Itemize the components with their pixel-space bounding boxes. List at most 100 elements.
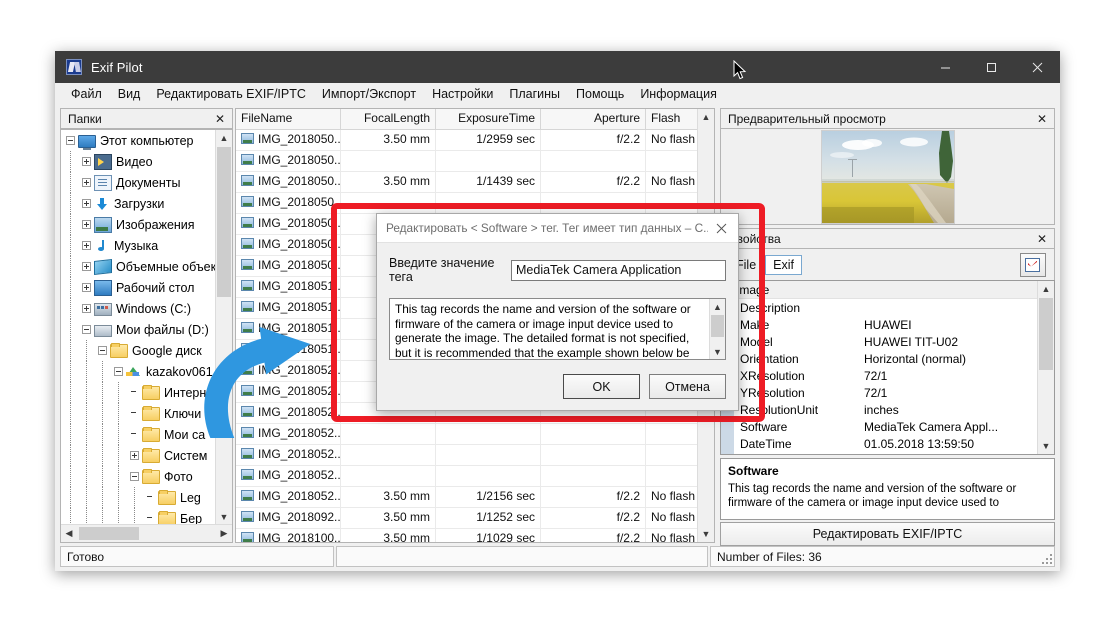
- property-row[interactable]: DateTime 01.05.2018 13:59:50: [721, 435, 1038, 452]
- collapse-icon[interactable]: [98, 346, 107, 355]
- tree-node-1[interactable]: Видео: [61, 151, 216, 172]
- property-row[interactable]: Model HUAWEI TIT-U02: [721, 333, 1038, 350]
- close-icon[interactable]: ✕: [1035, 233, 1049, 245]
- tree-node-13[interactable]: Ключи: [61, 403, 216, 424]
- file-row[interactable]: IMG_2018050... 3.50 mm 1/2959 sec f/2.2 No f…: [236, 130, 714, 151]
- tree-node-0[interactable]: Этот компьютер: [61, 130, 216, 151]
- property-row[interactable]: Software MediaTek Camera Appl...: [721, 418, 1038, 435]
- menu-item-5[interactable]: Плагины: [501, 85, 568, 103]
- scroll-up-icon[interactable]: ▲: [1038, 281, 1054, 297]
- menu-item-6[interactable]: Помощь: [568, 85, 632, 103]
- cancel-button[interactable]: Отмена: [649, 374, 726, 399]
- property-row[interactable]: Orientation Horizontal (normal): [721, 350, 1038, 367]
- collapse-icon[interactable]: [66, 136, 75, 145]
- tree-node-4[interactable]: Изображения: [61, 214, 216, 235]
- property-row[interactable]: XResolution 72/1: [721, 367, 1038, 384]
- minimize-button[interactable]: [922, 51, 968, 83]
- tree-node-2[interactable]: Документы: [61, 172, 216, 193]
- tab-exif[interactable]: Exif: [765, 254, 802, 275]
- expand-icon[interactable]: [82, 304, 91, 313]
- tree-node-11[interactable]: kazakov061: [61, 361, 216, 382]
- scroll-left-icon[interactable]: ◀: [61, 528, 77, 539]
- expand-icon[interactable]: [82, 220, 91, 229]
- maximize-button[interactable]: [968, 51, 1014, 83]
- close-button[interactable]: [1014, 51, 1060, 83]
- hscrollbar-thumb[interactable]: [79, 527, 139, 540]
- file-row[interactable]: IMG_2018052... 3.50 mm 1/2156 sec f/2.2 No f…: [236, 487, 714, 508]
- tag-value-input[interactable]: MediaTek Camera Application: [511, 259, 726, 281]
- column-header-1[interactable]: FocalLength: [341, 109, 436, 129]
- tree-node-3[interactable]: Загрузки: [61, 193, 216, 214]
- properties-scrollbar[interactable]: ▲ ▼: [1037, 281, 1054, 454]
- property-row[interactable]: ResolutionUnit inches: [721, 401, 1038, 418]
- column-header-2[interactable]: ExposureTime: [436, 109, 541, 129]
- file-row[interactable]: IMG_2018050... 3.50 mm 1/1439 sec f/2.2 No f…: [236, 172, 714, 193]
- expand-icon[interactable]: [82, 283, 91, 292]
- expand-icon[interactable]: [130, 451, 139, 460]
- property-row[interactable]: Make HUAWEI: [721, 316, 1038, 333]
- menu-item-4[interactable]: Настройки: [424, 85, 501, 103]
- file-row[interactable]: IMG_2018100... 3.50 mm 1/1029 sec f/2.2 No f…: [236, 529, 714, 542]
- tree-node-14[interactable]: Мои са: [61, 424, 216, 445]
- scroll-down-icon[interactable]: ▼: [698, 526, 714, 542]
- dialog-close-icon[interactable]: [708, 215, 734, 241]
- file-row[interactable]: IMG_2018052...: [236, 445, 714, 466]
- collapse-icon[interactable]: [114, 367, 123, 376]
- menu-item-7[interactable]: Информация: [632, 85, 725, 103]
- tree-node-7[interactable]: Рабочий стол: [61, 277, 216, 298]
- scrollbar-thumb[interactable]: [711, 315, 724, 337]
- close-icon[interactable]: ✕: [1035, 113, 1049, 125]
- column-header-0[interactable]: FileName: [236, 109, 341, 129]
- scroll-down-icon[interactable]: ▼: [710, 344, 725, 359]
- property-row[interactable]: YResolution 72/1: [721, 384, 1038, 401]
- property-row[interactable]: Description: [721, 299, 1038, 316]
- scroll-up-icon[interactable]: ▲: [698, 109, 714, 125]
- scroll-up-icon[interactable]: ▲: [216, 130, 232, 146]
- dialog-description-area[interactable]: This tag records the name and version of…: [389, 298, 726, 360]
- file-row[interactable]: IMG_2018050...: [236, 151, 714, 172]
- collapse-icon[interactable]: [130, 472, 139, 481]
- tree-node-18[interactable]: Бер: [61, 508, 216, 525]
- tree-node-8[interactable]: Windows (C:): [61, 298, 216, 319]
- file-row[interactable]: IMG_2018052...: [236, 466, 714, 487]
- scroll-down-icon[interactable]: ▼: [216, 509, 232, 525]
- exif-editor-icon[interactable]: [1020, 252, 1046, 277]
- column-header-3[interactable]: Aperture: [541, 109, 646, 129]
- property-row[interactable]: YCbCrPositioningCo-sited: [721, 452, 1038, 454]
- expand-icon[interactable]: [82, 178, 91, 187]
- menu-item-0[interactable]: Файл: [63, 85, 110, 103]
- menu-item-3[interactable]: Импорт/Экспорт: [314, 85, 424, 103]
- expand-icon[interactable]: [82, 199, 91, 208]
- menu-item-2[interactable]: Редактировать EXIF/IPTC: [148, 85, 314, 103]
- file-name-text: IMG_2018051...: [258, 279, 341, 293]
- tree-node-16[interactable]: Фото: [61, 466, 216, 487]
- properties-group-row[interactable]: Image: [721, 281, 1038, 299]
- resize-grip-icon[interactable]: [1041, 553, 1052, 564]
- scroll-up-icon[interactable]: ▲: [710, 299, 725, 314]
- tree-horizontal-scrollbar[interactable]: ◀ ▶: [61, 524, 232, 542]
- tree-node-6[interactable]: Объемные объек: [61, 256, 216, 277]
- expand-icon[interactable]: [82, 157, 91, 166]
- scrollbar-thumb[interactable]: [1039, 298, 1053, 370]
- hscroll-track[interactable]: [77, 526, 216, 541]
- tree-node-5[interactable]: Музыка: [61, 235, 216, 256]
- tree-node-10[interactable]: Google диск: [61, 340, 216, 361]
- properties-table[interactable]: Image Description Make HUAWEI Model HUAWEI T…: [720, 280, 1055, 455]
- edit-exif-iptc-button[interactable]: Редактировать EXIF/IPTC: [720, 522, 1055, 546]
- scrollbar-thumb[interactable]: [217, 147, 231, 297]
- expand-icon[interactable]: [82, 241, 91, 250]
- scroll-down-icon[interactable]: ▼: [1038, 438, 1054, 454]
- tree-guide-line: [102, 382, 104, 403]
- collapse-icon[interactable]: [82, 325, 91, 334]
- tree-node-12[interactable]: Интерн: [61, 382, 216, 403]
- dialog-description-scrollbar[interactable]: ▲ ▼: [709, 299, 725, 359]
- ok-button[interactable]: OK: [563, 374, 640, 399]
- tree-node-15[interactable]: Систем: [61, 445, 216, 466]
- close-icon[interactable]: ✕: [213, 113, 227, 125]
- tree-node-9[interactable]: Мои файлы (D:): [61, 319, 216, 340]
- file-row[interactable]: IMG_2018092... 3.50 mm 1/1252 sec f/2.2 No f…: [236, 508, 714, 529]
- tree-node-17[interactable]: Leg: [61, 487, 216, 508]
- menu-item-1[interactable]: Вид: [110, 85, 149, 103]
- scroll-right-icon[interactable]: ▶: [216, 528, 232, 539]
- expand-icon[interactable]: [82, 262, 91, 271]
